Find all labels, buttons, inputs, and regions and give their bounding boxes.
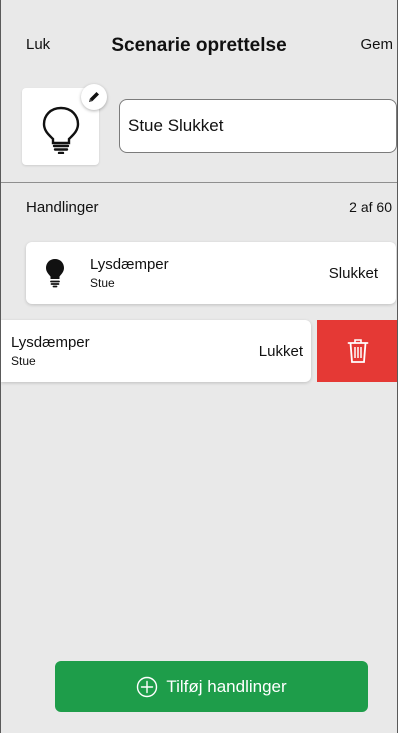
add-actions-button[interactable]: Tilføj handlinger [55, 661, 368, 712]
header: Luk Scenarie oprettelse Gem [1, 0, 397, 182]
page-title: Scenarie oprettelse [111, 35, 287, 56]
save-button[interactable]: Gem [360, 36, 393, 53]
lightbulb-filled-icon [46, 259, 64, 288]
action-state: Lukket [258, 343, 303, 360]
action-subtitle: Stue [90, 276, 115, 290]
action-title: Lysdæmper [90, 256, 169, 273]
plus-circle-icon [137, 676, 158, 697]
trash-icon [347, 339, 369, 363]
action-state: Slukket [328, 265, 378, 282]
delete-action-button[interactable] [317, 320, 397, 382]
lightbulb-icon [42, 106, 80, 154]
action-title: Lysdæmper [11, 334, 90, 351]
scene-name-input[interactable] [119, 99, 397, 153]
action-card-swiped[interactable]: Lysdæmper Stue Lukket [1, 320, 311, 382]
action-card[interactable]: Lysdæmper Stue Slukket [26, 242, 396, 304]
edit-icon-button[interactable] [81, 84, 107, 110]
actions-count: 2 af 60 [349, 199, 392, 215]
pencil-icon [89, 92, 99, 102]
add-actions-label: Tilføj handlinger [166, 676, 287, 696]
scene-create-screen: Luk Scenarie oprettelse Gem Handlinger 2… [0, 0, 398, 733]
actions-title: Handlinger [26, 199, 99, 216]
divider [1, 182, 397, 183]
action-subtitle: Stue [11, 354, 36, 368]
